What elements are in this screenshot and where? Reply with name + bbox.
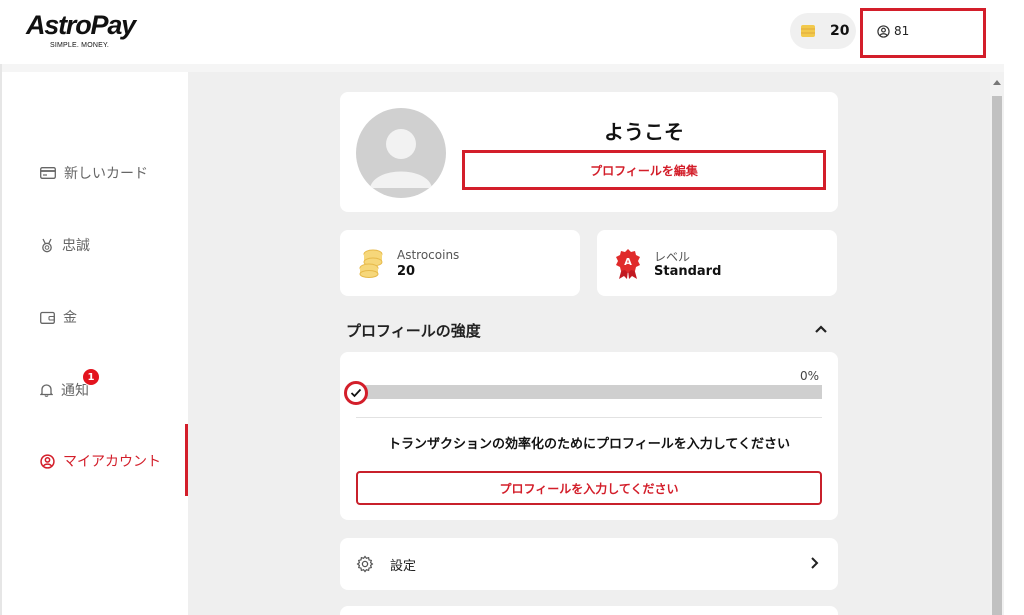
sidebar-item-notifications[interactable]: 通知 <box>40 380 89 400</box>
sidebar-item-new-card[interactable]: 新しいカード <box>40 163 148 183</box>
notification-badge: 1 <box>82 368 100 386</box>
logo-text: AstroPay <box>26 10 136 40</box>
astrocoins-value: 20 <box>397 264 416 279</box>
astrocoins-card[interactable]: Astrocoins 20 <box>340 230 580 296</box>
header-divider <box>0 64 1024 72</box>
medal-icon <box>42 238 52 252</box>
avatar-placeholder-icon <box>370 129 432 188</box>
logo-tagline: SIMPLE. MONEY. <box>50 42 110 49</box>
chevron-right-icon <box>811 557 819 569</box>
level-value: Standard <box>654 264 722 279</box>
sidebar-item-loyalty[interactable]: 忠誠 <box>40 235 90 255</box>
sidebar-item-label: 忠誠 <box>62 238 90 254</box>
next-menu-row[interactable] <box>340 606 838 615</box>
sidebar <box>2 72 188 615</box>
profile-strength-title: プロフィールの強度 <box>346 322 481 340</box>
astrocoins-pill[interactable]: 20 <box>790 13 856 49</box>
gear-icon <box>356 555 374 573</box>
strength-progress-bar <box>356 385 822 399</box>
check-circle-icon <box>344 381 368 405</box>
astropay-logo[interactable]: AstroPay SIMPLE. MONEY. <box>26 10 146 54</box>
coin-stack-icon <box>359 249 383 278</box>
strength-percent: 0% <box>800 369 820 383</box>
card-icon <box>40 167 56 179</box>
svg-text:A: A <box>624 257 632 268</box>
level-label: レベル <box>654 250 691 264</box>
welcome-title: ようこそ <box>604 120 684 144</box>
user-circle-icon <box>877 24 890 38</box>
sidebar-item-label: 金 <box>63 310 77 326</box>
scrollbar-thumb[interactable] <box>992 96 1002 615</box>
coin-stack-icon <box>801 25 815 37</box>
edit-profile-button[interactable]: プロフィールを編集 <box>462 150 826 190</box>
account-menu-button[interactable]: 81 <box>860 8 986 58</box>
chevron-up-icon[interactable] <box>814 324 828 334</box>
complete-profile-prompt: トランザクションの効率化のためにプロフィールを入力してください <box>388 437 790 452</box>
level-card[interactable]: A レベル Standard <box>597 230 837 296</box>
coins-count: 20 <box>830 23 850 39</box>
account-id: 81 <box>894 24 910 38</box>
user-circle-icon <box>40 453 55 469</box>
sidebar-item-my-account[interactable]: マイアカウント <box>40 451 161 471</box>
wallet-icon <box>40 311 55 324</box>
app-header: AstroPay SIMPLE. MONEY. 20 81 <box>0 0 1024 64</box>
sidebar-item-money[interactable]: 金 <box>40 307 77 327</box>
sidebar-item-label: マイアカウント <box>63 454 161 470</box>
bell-icon <box>40 384 53 397</box>
strength-divider <box>356 417 822 418</box>
settings-row[interactable]: 設定 <box>340 538 838 590</box>
avatar[interactable] <box>356 108 446 198</box>
sidebar-item-label: 新しいカード <box>64 166 148 182</box>
level-badge-icon: A <box>616 249 640 279</box>
complete-profile-button[interactable]: プロフィールを入力してください <box>356 471 822 505</box>
page-margin <box>1004 64 1024 615</box>
scroll-up-icon[interactable] <box>993 80 1001 85</box>
astrocoins-label: Astrocoins <box>397 248 460 262</box>
settings-label: 設定 <box>390 559 417 574</box>
